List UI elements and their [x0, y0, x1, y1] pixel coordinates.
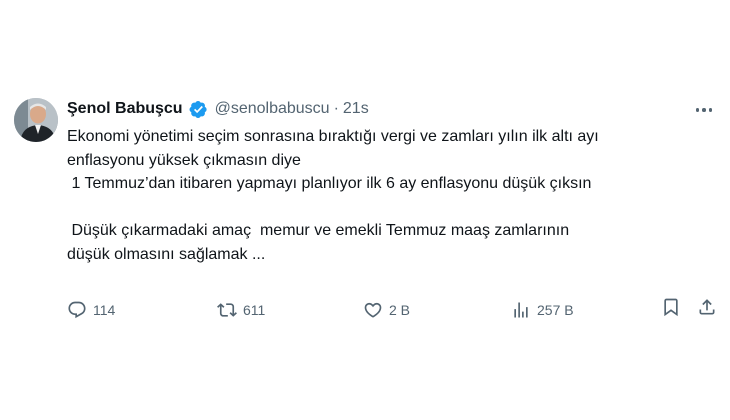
bookmark-button[interactable]: [661, 297, 681, 317]
more-dot: [702, 108, 706, 112]
views-icon: [514, 302, 528, 318]
tweet-line: enflasyonu yüksek çıkmasın diye: [67, 151, 301, 169]
more-dot: [695, 108, 700, 112]
display-name[interactable]: Şenol Babuşcu: [67, 99, 183, 119]
like-button[interactable]: 2 B: [363, 297, 410, 323]
tweet-line: Düşük çıkarmadaki amaç memur ve emekli T…: [67, 222, 570, 239]
retweet-button[interactable]: 611: [217, 297, 265, 323]
tweet-line: 1 Temmuz’dan itibaren yapmayı planlıyor …: [67, 175, 592, 192]
more-icon[interactable]: [692, 100, 716, 120]
more-dot: [708, 108, 713, 112]
tweet-header: Şenol Babuşcu @senolbabuscu · 21s: [67, 99, 369, 119]
reply-button[interactable]: 114: [67, 297, 115, 323]
separator-dot: ·: [333, 100, 339, 117]
share-icon: [699, 299, 715, 315]
avatar[interactable]: [14, 98, 58, 142]
reply-icon: [68, 301, 86, 319]
action-bar: 114 611 2 B 257 B: [67, 297, 719, 323]
like-icon: [364, 302, 382, 318]
verified-badge-icon[interactable]: [189, 100, 208, 119]
reply-count: 114: [93, 302, 116, 318]
retweet-count: 611: [243, 302, 266, 318]
tweet-line: düşük olmasını sağlamak ...: [67, 245, 266, 263]
timestamp[interactable]: 21s: [343, 99, 369, 119]
tweet-text: Ekonomi yönetimi seçim sonrasına bıraktı…: [67, 125, 717, 266]
retweet-icon: [217, 303, 237, 317]
avatar-portrait-icon: [14, 98, 58, 142]
tweet-line: Ekonomi yönetimi seçim sonrasına bıraktı…: [67, 128, 599, 145]
like-count: 2 B: [389, 302, 411, 318]
tweet-line-blank: [67, 196, 717, 220]
handle[interactable]: @senolbabuscu: [215, 99, 330, 119]
views-button[interactable]: 257 B: [511, 297, 574, 323]
share-button[interactable]: [697, 297, 717, 317]
tweet[interactable]: Şenol Babuşcu @senolbabuscu · 21s Ekonom…: [0, 0, 730, 420]
views-count: 257 B: [537, 302, 574, 318]
bookmark-icon: [664, 298, 678, 317]
